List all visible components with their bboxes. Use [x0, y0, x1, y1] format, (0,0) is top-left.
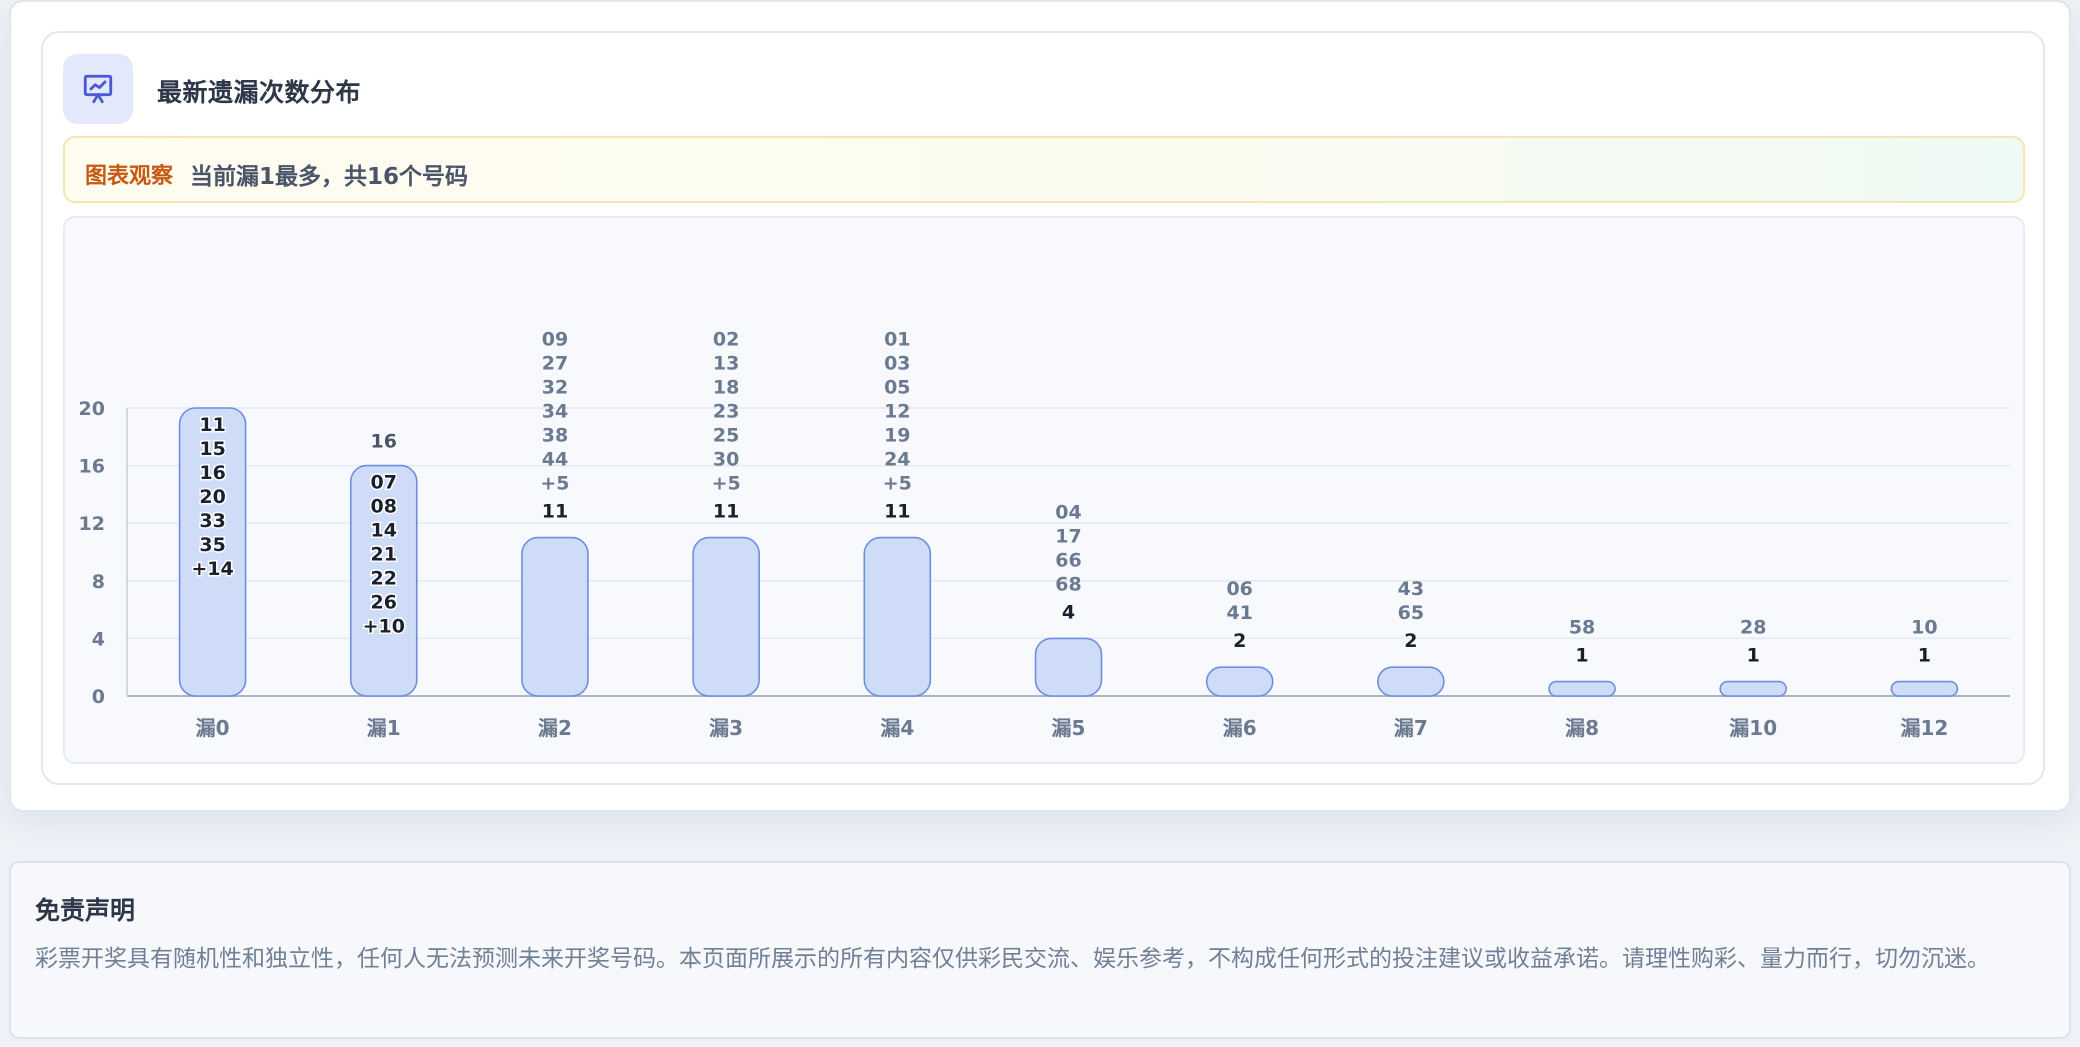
presentation-chart-icon	[63, 54, 133, 124]
bar-number-label: 03	[884, 353, 910, 375]
x-tick-label: 漏6	[1223, 716, 1257, 740]
bar-number-label: 35	[199, 534, 225, 556]
bar-number-label: 04	[1055, 501, 1081, 523]
x-tick-label: 漏10	[1729, 716, 1777, 740]
y-tick-label: 4	[92, 628, 105, 650]
y-tick-label: 20	[79, 398, 105, 420]
bar-value-label: 4	[1062, 601, 1075, 623]
bar-number-label: 19	[884, 425, 910, 447]
bar-value-label: 2	[1404, 630, 1417, 652]
bar-number-label: 02	[713, 329, 739, 351]
bar-number-label: 32	[542, 377, 568, 399]
bar	[1548, 680, 1616, 697]
bar-value-label: 11	[713, 501, 739, 523]
bar-number-label: 13	[713, 353, 739, 375]
y-tick-label: 16	[79, 456, 105, 478]
x-tick-label: 漏2	[538, 716, 572, 740]
bar-number-label: 10	[1911, 617, 1937, 639]
chart-area: 0 4 8 12 16 20 漏0 11 15 16 20 33 35 +14 漏1 07 08 14 21 22 26…	[63, 216, 2025, 764]
bar-number-label: 65	[1398, 602, 1424, 624]
bar-number-label: 27	[542, 353, 568, 375]
x-tick-label: 漏12	[1900, 716, 1948, 740]
x-tick-label: 漏0	[196, 716, 230, 740]
bar-number-label: 14	[371, 520, 397, 542]
bar-number-label: 25	[713, 425, 739, 447]
bar-number-label: 34	[542, 401, 568, 423]
bar-number-label: 15	[199, 438, 225, 460]
bar-number-label: +5	[540, 473, 569, 495]
bar-value-label: 1	[1575, 645, 1588, 667]
bar	[692, 536, 760, 697]
bar-number-label: 24	[884, 449, 910, 471]
bar-number-label: 09	[542, 329, 568, 351]
bar-number-label: +14	[191, 558, 233, 580]
bar-number-label: 06	[1226, 578, 1252, 600]
bar	[1205, 666, 1274, 697]
x-tick-label: 漏4	[880, 716, 914, 740]
bar-number-label: 30	[713, 449, 739, 471]
bar-value-label: 2	[1233, 630, 1246, 652]
disclaimer-text: 彩票开奖具有随机性和独立性，任何人无法预测未来开奖号码。本页面所展示的所有内容仅…	[35, 946, 1990, 972]
chart-card: 最新遗漏次数分布 图表观察 当前漏1最多，共16个号码 0 4 8 12 16 20 漏0 1…	[41, 31, 2045, 785]
bar-number-label: 44	[542, 449, 568, 471]
bar	[1034, 637, 1103, 697]
bar-number-label: 01	[884, 329, 910, 351]
bar-number-label: +5	[712, 473, 741, 495]
bar-number-label: 33	[199, 510, 225, 532]
y-tick-label: 0	[92, 686, 105, 708]
bar-number-label: 05	[884, 377, 910, 399]
bar-number-label: 08	[371, 496, 397, 518]
bar-value-label: 1	[1747, 645, 1760, 667]
y-tick-label: 12	[79, 513, 105, 535]
bar-number-label: 28	[1740, 617, 1766, 639]
chart-panel: 最新遗漏次数分布 图表观察 当前漏1最多，共16个号码 0 4 8 12 16 20 漏0 1…	[9, 0, 2071, 812]
bar-value-label: 11	[542, 501, 568, 523]
x-tick-label: 漏8	[1565, 716, 1599, 740]
insight-banner: 图表观察 当前漏1最多，共16个号码	[63, 136, 2025, 203]
bar-number-label: 23	[713, 401, 739, 423]
bar-value-label: 1	[1918, 645, 1931, 667]
bar-number-label: 18	[713, 377, 739, 399]
bar-number-label: 17	[1055, 525, 1081, 547]
insight-tag: 图表观察	[85, 164, 174, 189]
bar	[1890, 680, 1959, 697]
bar-number-label: +5	[883, 473, 912, 495]
bar-number-label: 66	[1055, 549, 1081, 571]
bar-number-label: 07	[371, 472, 397, 494]
disclaimer-title: 免责声明	[35, 896, 136, 925]
x-tick-label: 漏7	[1394, 716, 1428, 740]
bar	[863, 536, 932, 697]
bar-number-label: 38	[542, 425, 568, 447]
bar	[1377, 666, 1445, 697]
bar-number-label: 11	[199, 414, 225, 436]
miss-count-bar-chart: 048121620漏0111516203335+14漏1070814212226…	[79, 329, 2010, 740]
bar-value-label: 16	[371, 431, 397, 453]
bar-value-label: 11	[884, 501, 910, 523]
bar-number-label: 41	[1226, 602, 1252, 624]
x-tick-label: 漏3	[709, 716, 743, 740]
chart-title: 最新遗漏次数分布	[157, 78, 362, 107]
bar-number-label: 16	[199, 462, 225, 484]
bar	[521, 536, 589, 697]
x-tick-label: 漏1	[367, 716, 401, 740]
insight-text: 当前漏1最多，共16个号码	[190, 164, 469, 190]
bar-number-label: 68	[1055, 573, 1081, 595]
y-tick-label: 8	[92, 571, 105, 593]
bar-number-label: +10	[363, 616, 405, 638]
bar-number-label: 22	[371, 568, 397, 590]
bar-number-label: 43	[1398, 578, 1424, 600]
x-tick-label: 漏5	[1052, 716, 1086, 740]
bar-number-label: 12	[884, 401, 910, 423]
bar-number-label: 26	[371, 592, 397, 614]
bar-number-label: 58	[1569, 617, 1595, 639]
bar-number-label: 21	[371, 544, 397, 566]
bar-number-label: 20	[199, 486, 225, 508]
bar	[1719, 680, 1788, 697]
disclaimer-panel: 免责声明 彩票开奖具有随机性和独立性，任何人无法预测未来开奖号码。本页面所展示的…	[9, 861, 2071, 1039]
